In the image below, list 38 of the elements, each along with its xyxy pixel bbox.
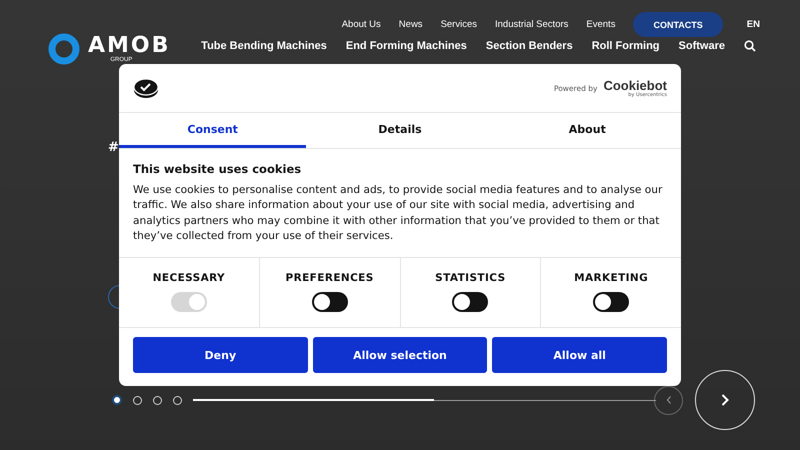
category-label: MARKETING xyxy=(574,272,648,284)
nav-link[interactable]: Services xyxy=(440,19,477,30)
main-nav-link[interactable]: Roll Forming xyxy=(592,40,660,52)
dialog-title: This website uses cookies xyxy=(133,162,302,176)
cookie-logo-icon xyxy=(133,77,159,99)
nav-link[interactable]: Industrial Sectors xyxy=(495,19,568,30)
category-label: STATISTICS xyxy=(435,272,506,284)
language-selector[interactable]: EN xyxy=(746,19,760,30)
hero-tag: # xyxy=(108,140,119,155)
category-toggle[interactable] xyxy=(452,292,488,312)
consent-button[interactable]: Allow all xyxy=(492,337,668,374)
brand-logo[interactable]: Cookiebot xyxy=(603,78,667,92)
category-label: PREFERENCES xyxy=(286,272,374,284)
dialog-tab[interactable]: About xyxy=(494,113,681,148)
next-button[interactable] xyxy=(695,370,755,430)
dialog-tab[interactable]: Consent xyxy=(119,113,306,148)
main-nav-link[interactable]: End Forming Machines xyxy=(346,40,467,52)
logo-icon xyxy=(48,33,80,65)
category-toggle[interactable] xyxy=(312,292,348,312)
consent-button[interactable]: Allow selection xyxy=(312,337,488,374)
slide-dot[interactable] xyxy=(112,395,122,405)
main-nav-link[interactable]: Tube Bending Machines xyxy=(201,40,327,52)
dialog-tab[interactable]: Details xyxy=(306,113,494,148)
chevron-right-icon xyxy=(720,393,730,407)
nav-link[interactable]: About Us xyxy=(342,19,381,30)
category-toggle[interactable] xyxy=(593,292,630,312)
main-nav-link[interactable]: Software xyxy=(678,40,725,52)
main-nav-link[interactable]: Section Benders xyxy=(486,40,573,52)
previous-button[interactable] xyxy=(654,386,683,414)
chevron-left-icon xyxy=(664,395,672,405)
consent-button[interactable]: Deny xyxy=(133,337,308,374)
dialog-text: We use cookies to personalise content and ads, to provide social media features and to analyse our traffic. We also share information about your use of our site with social media, advertising and analytics partners who may combine it with other information that you’ve provided to them or that they’ve collected from your use of their services. xyxy=(133,183,664,244)
category-label: NECESSARY xyxy=(152,272,226,284)
search-icon[interactable] xyxy=(744,40,756,52)
nav-link[interactable]: Events xyxy=(586,19,616,30)
nav-link[interactable]: News xyxy=(398,19,423,30)
contacts-button[interactable]: CONTACTS xyxy=(633,12,723,37)
logo-text: AMOB xyxy=(88,34,170,56)
